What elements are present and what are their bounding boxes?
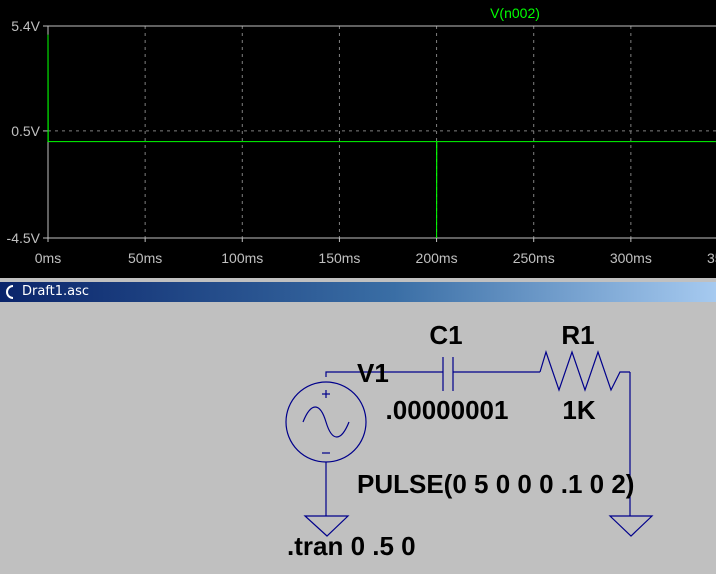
sine-wave-glyph <box>302 406 350 438</box>
plot-frame <box>47 25 716 239</box>
schematic-drawing[interactable]: C1 .00000001 R1 1K V1 PULSE(0 5 0 0 0 .1… <box>0 302 716 574</box>
tran-directive[interactable]: .tran 0 .5 0 <box>287 531 416 561</box>
x-tick-label: 350ms <box>707 250 716 266</box>
ground-symbol-right <box>608 515 654 537</box>
x-tick-label: 200ms <box>416 250 458 266</box>
resistor-zigzag <box>539 350 630 392</box>
x-axis: 0ms 50ms 100ms 150ms 200ms 250ms 300ms 350ms <box>35 238 716 266</box>
trace-v-n002[interactable] <box>47 34 716 239</box>
y-tick-label: -4.5V <box>7 230 41 246</box>
waveform-plot[interactable]: 0ms 50ms 100ms 150ms 200ms 250ms 300ms 350ms 5.… <box>0 0 716 278</box>
y-axis: 5.4V 0.5V -4.5V <box>7 18 48 246</box>
x-tick-label: 0ms <box>35 250 61 266</box>
r1-name[interactable]: R1 <box>561 320 594 350</box>
x-tick-label: 300ms <box>610 250 652 266</box>
r1-value[interactable]: 1K <box>562 395 595 425</box>
x-tick-label: 150ms <box>318 250 360 266</box>
y-tick-label: 0.5V <box>11 123 40 139</box>
x-tick-label: 100ms <box>221 250 263 266</box>
waveform-plot-pane[interactable]: 0ms 50ms 100ms 150ms 200ms 250ms 300ms 350ms 5.… <box>0 0 716 278</box>
trace-label[interactable]: V(n002) <box>490 5 540 21</box>
schematic-canvas[interactable]: C1 .00000001 R1 1K V1 PULSE(0 5 0 0 0 .1… <box>0 302 716 574</box>
x-tick-label: 50ms <box>128 250 162 266</box>
v1-value[interactable]: PULSE(0 5 0 0 0 .1 0 2) <box>357 469 634 499</box>
y-tick-label: 5.4V <box>11 18 40 34</box>
ltspice-schematic-icon <box>6 285 14 299</box>
window-titlebar[interactable]: Draft1.asc <box>0 282 716 302</box>
x-tick-label: 250ms <box>513 250 555 266</box>
window-title: Draft1.asc <box>22 284 90 299</box>
c1-value[interactable]: .00000001 <box>386 395 509 425</box>
plot-grid <box>48 26 716 238</box>
c1-name[interactable]: C1 <box>429 320 462 350</box>
v1-name[interactable]: V1 <box>357 358 389 388</box>
